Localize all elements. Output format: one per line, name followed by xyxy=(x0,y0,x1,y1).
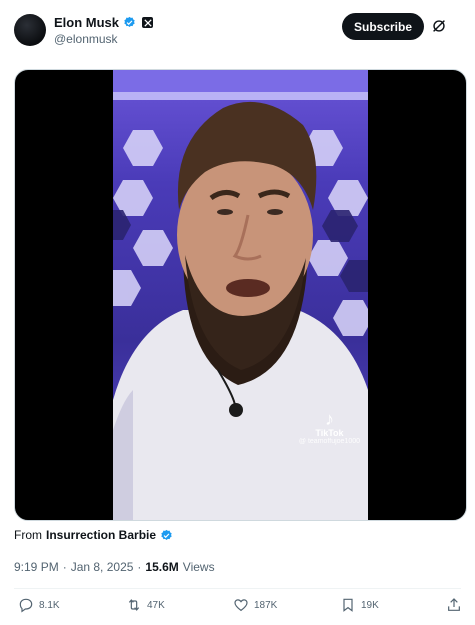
tweet-time[interactable]: 9:19 PM xyxy=(14,560,59,574)
bookmark-button[interactable]: 19K xyxy=(340,597,379,613)
author-display-name[interactable]: Elon Musk xyxy=(54,15,119,30)
like-button[interactable]: 187K xyxy=(233,597,277,613)
grok-icon[interactable] xyxy=(430,17,448,35)
meta-separator: · xyxy=(137,560,142,574)
tiktok-username: @ teamoffujoe1000 xyxy=(298,438,360,445)
video-source: From Insurrection Barbie xyxy=(14,528,173,542)
source-name-link[interactable]: Insurrection Barbie xyxy=(46,528,156,542)
tiktok-logo-icon: ♪ xyxy=(324,409,334,429)
share-button[interactable] xyxy=(446,597,462,613)
action-bar: 8.1K 47K 187K 19K xyxy=(0,597,475,619)
share-icon xyxy=(448,598,460,611)
meta-separator: · xyxy=(62,560,67,574)
author-name-row: Elon Musk xyxy=(54,15,154,30)
x-logo-icon xyxy=(142,17,154,28)
source-prefix: From xyxy=(14,528,42,542)
video-frame[interactable]: ♪ TikTok @ teamoffujoe1000 xyxy=(113,70,368,520)
tweet-date[interactable]: Jan 8, 2025 xyxy=(71,560,134,574)
media-container[interactable]: ♪ TikTok @ teamoffujoe1000 xyxy=(14,69,467,521)
repost-icon xyxy=(128,599,140,611)
repost-button[interactable]: 47K xyxy=(126,597,165,613)
views-label: Views xyxy=(182,560,215,574)
like-count: 187K xyxy=(254,599,278,611)
reply-button[interactable]: 8.1K xyxy=(18,597,60,613)
like-icon xyxy=(234,599,248,612)
verified-badge-icon xyxy=(161,529,172,540)
bookmark-icon xyxy=(343,598,353,612)
tiktok-brand-label: TikTok xyxy=(315,428,344,438)
reply-count: 8.1K xyxy=(39,599,60,611)
tweet-meta: 9:19 PM · Jan 8, 2025 · 15.6M Views xyxy=(14,560,215,574)
divider xyxy=(14,588,461,589)
author-handle[interactable]: @elonmusk xyxy=(54,32,118,46)
bookmark-count: 19K xyxy=(361,599,379,611)
tweet-header: Elon Musk @elonmusk Subscribe xyxy=(0,0,475,60)
tiktok-watermark: ♪ TikTok @ teamoffujoe1000 xyxy=(299,410,360,445)
video-still xyxy=(113,70,368,520)
reply-icon xyxy=(19,598,33,613)
avatar[interactable] xyxy=(14,14,46,46)
views-count: 15.6M xyxy=(145,560,179,574)
verified-badge-icon xyxy=(124,16,135,27)
subscribe-button[interactable]: Subscribe xyxy=(342,13,424,40)
repost-count: 47K xyxy=(147,599,165,611)
